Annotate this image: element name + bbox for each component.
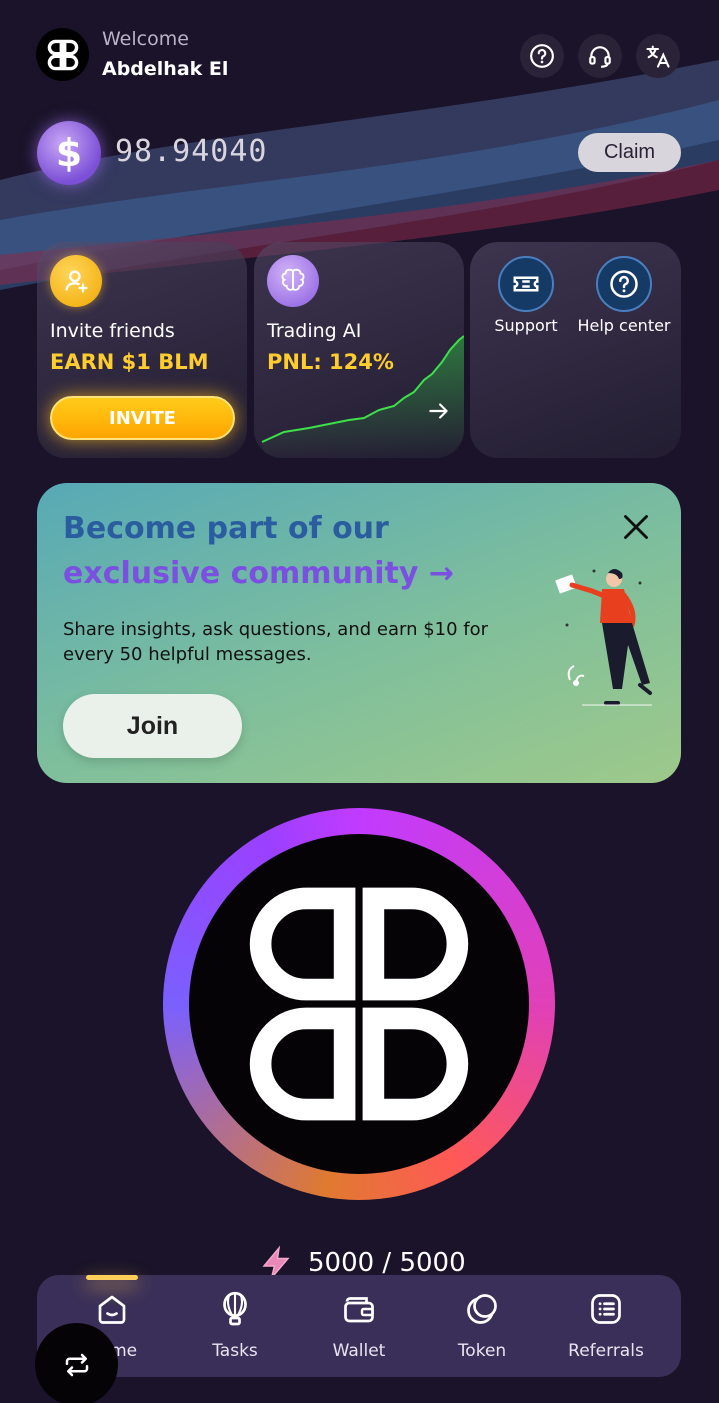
language-button[interactable] — [636, 34, 680, 78]
home-icon — [98, 1295, 126, 1324]
banner-description: Share insights, ask questions, and earn … — [63, 619, 489, 665]
repeat-icon — [65, 1353, 88, 1376]
arrow-right-icon[interactable] — [426, 398, 452, 424]
support-label: Support — [494, 316, 558, 335]
invite-title: Invite friends — [50, 320, 175, 342]
banner-title-line1: Become part of our — [63, 511, 389, 546]
coin-icon: $ — [37, 121, 101, 185]
welcome-label: Welcome — [102, 28, 189, 50]
energy-text: 5000 / 5000 — [308, 1248, 466, 1278]
nav-item-token[interactable]: Token — [432, 1275, 532, 1377]
add-user-icon — [50, 255, 102, 307]
nav-label-wallet: Wallet — [332, 1341, 386, 1361]
join-button[interactable]: Join — [63, 694, 242, 758]
nav-item-wallet[interactable]: Wallet — [309, 1275, 409, 1377]
list-icon — [591, 1294, 621, 1324]
token-icon — [467, 1294, 497, 1324]
services-card: Support Help center — [470, 242, 681, 458]
tap-logo-inner — [189, 834, 529, 1174]
invite-button[interactable]: INVITE — [50, 396, 235, 440]
translate-icon — [646, 45, 670, 68]
support-headset-button[interactable] — [578, 34, 622, 78]
swap-fab-button[interactable] — [35, 1323, 118, 1403]
woman-illustration — [555, 569, 652, 706]
trading-ai-card[interactable]: Trading AI PNL: 124% — [254, 242, 464, 458]
headset-icon — [589, 46, 611, 68]
tap-logo[interactable] — [163, 808, 555, 1200]
nav-item-tasks[interactable]: Tasks — [185, 1275, 285, 1377]
bb-logo-icon — [47, 39, 78, 70]
username: Abdelhak El — [102, 58, 229, 80]
nav-label-token: Token — [457, 1341, 507, 1361]
close-icon[interactable] — [622, 513, 650, 541]
pnl-chart — [261, 335, 464, 458]
help-button[interactable] — [520, 34, 564, 78]
community-banner[interactable]: Become part of our exclusive community →… — [37, 483, 681, 783]
wallet-icon — [344, 1297, 374, 1323]
invite-earn: EARN $1 BLM — [50, 350, 209, 374]
balloon-icon — [223, 1291, 247, 1326]
claim-button[interactable]: Claim — [578, 133, 681, 172]
active-indicator — [86, 1275, 138, 1280]
app-logo — [36, 28, 89, 81]
ticket-icon — [498, 256, 554, 312]
nav-label-referrals: Referrals — [568, 1341, 644, 1361]
help-center-icon — [596, 256, 652, 312]
bottom-navigation: Home Tasks Wallet Token Referrals — [37, 1275, 681, 1377]
brain-icon — [267, 255, 319, 307]
bb-logo-icon — [249, 887, 469, 1121]
nav-label-tasks: Tasks — [212, 1341, 258, 1361]
banner-title-line2[interactable]: exclusive community → — [63, 556, 454, 591]
invite-card[interactable]: Invite friends EARN $1 BLM INVITE — [37, 242, 247, 458]
header: Welcome Abdelhak El — [36, 28, 681, 81]
currency-symbol: $ — [55, 131, 83, 175]
nav-item-referrals[interactable]: Referrals — [556, 1275, 656, 1377]
help-icon — [530, 44, 554, 68]
help-center-label: Help center — [577, 316, 671, 335]
balance-value: 98.94040 — [115, 134, 268, 169]
